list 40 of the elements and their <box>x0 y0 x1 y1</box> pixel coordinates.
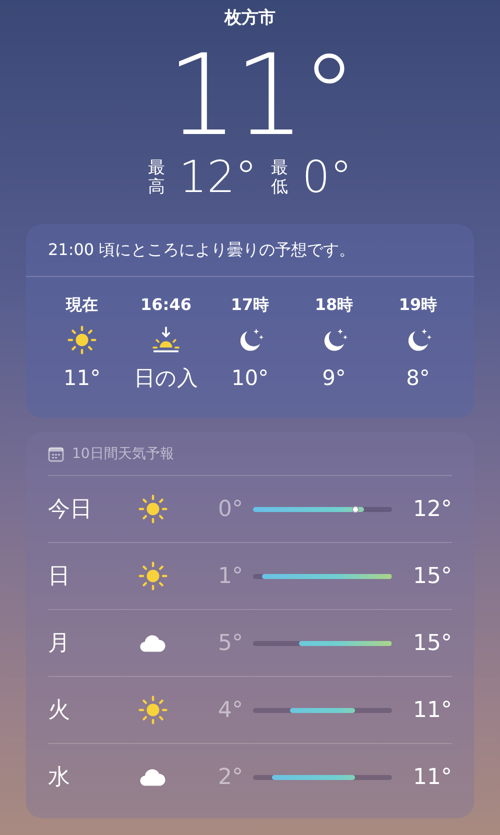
high-temperature: 11° <box>412 696 452 724</box>
temperature-range-bar <box>290 708 355 712</box>
high-temperature: 12° <box>412 496 452 524</box>
day-name: 水 <box>48 764 71 792</box>
high-temperature: 15° <box>412 630 452 658</box>
forecast-summary: 21:00 頃にところにより曇りの予想です。 <box>26 224 474 276</box>
sun-icon <box>138 494 168 524</box>
low-temperature: 0° <box>302 156 352 200</box>
high-temperature: 15° <box>412 562 452 590</box>
day-name: 日 <box>48 562 71 590</box>
sun-icon <box>138 695 168 725</box>
low-label: 最低 <box>271 158 288 196</box>
high-temperature: 12° <box>179 156 257 200</box>
hour-temperature: 10° <box>231 364 269 392</box>
hour-label: 18時 <box>314 294 354 316</box>
sun-icon <box>138 561 168 591</box>
low-temperature: 5° <box>217 630 244 658</box>
hour-temperature: 8° <box>406 364 430 392</box>
hour-temperature: 9° <box>322 364 346 392</box>
high-label: 最高 <box>148 158 165 196</box>
calendar-icon <box>48 447 64 462</box>
low-temperature: 4° <box>217 696 244 724</box>
low-temperature: 0° <box>217 496 244 524</box>
low-temperature: 1° <box>217 562 244 590</box>
low-temperature: 2° <box>217 764 244 792</box>
forecast-title: 10日間天気予報 <box>72 445 174 464</box>
hour-label: 現在 <box>66 294 98 316</box>
current-temperature: 11° <box>166 40 354 152</box>
day-name: 月 <box>48 630 71 658</box>
sun-icon <box>67 324 97 354</box>
high-temperature: 11° <box>412 764 452 792</box>
hour-label: 16:46 <box>140 294 192 316</box>
hour-temperature: 日の入 <box>134 364 198 392</box>
hour-label: 17時 <box>230 294 270 316</box>
hour-temperature: 11° <box>63 364 101 392</box>
sunset-icon <box>151 324 181 354</box>
hour-label: 19時 <box>398 294 438 316</box>
day-name: 今日 <box>48 496 93 524</box>
city-name: 枚方市 <box>224 7 276 30</box>
day-name: 火 <box>48 696 71 724</box>
